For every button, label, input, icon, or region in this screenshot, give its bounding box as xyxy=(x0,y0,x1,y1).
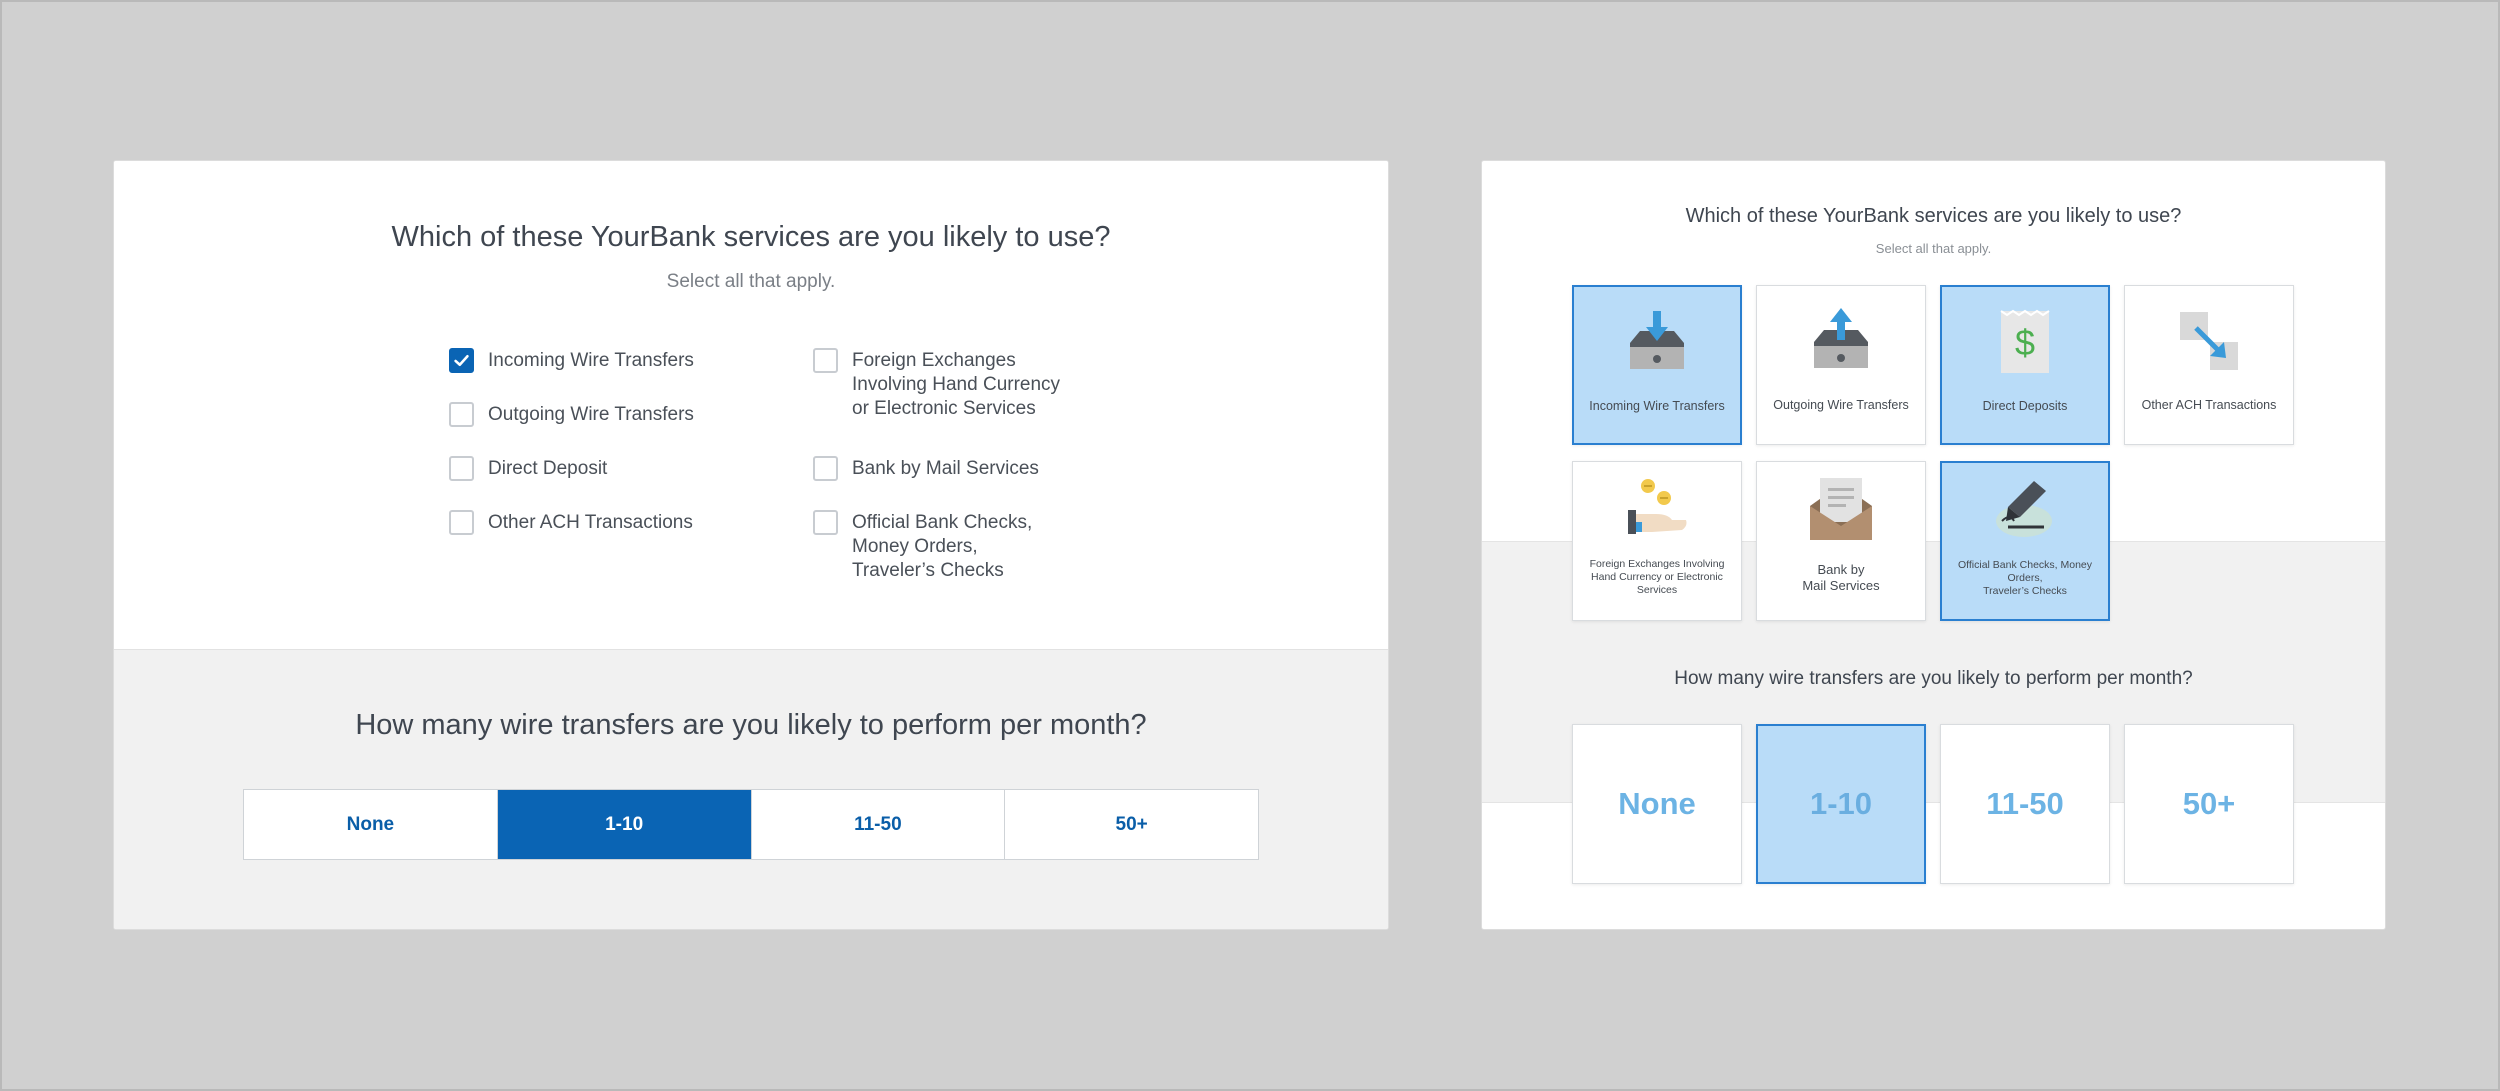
tile-direct-deposits[interactable]: $ Direct Deposits xyxy=(1940,285,2110,445)
checkbox-unchecked-icon[interactable] xyxy=(813,510,838,535)
pen-signature-icon xyxy=(1985,477,2065,539)
checkbox-survey-panel: Which of these YourBank services are you… xyxy=(113,160,1389,930)
option-1-10-button[interactable]: 1-10 xyxy=(497,790,752,859)
tile-label: Other ACH Transactions xyxy=(2141,398,2277,412)
wire-frequency-segmented-control: None 1-10 11-50 50+ xyxy=(243,789,1259,860)
dollar-receipt-icon: $ xyxy=(1985,307,2065,377)
option-11-50-button[interactable]: 11-50 xyxy=(751,790,1006,859)
tile-label: Bank by Mail Services xyxy=(1802,562,1880,593)
tile-other-ach[interactable]: Other ACH Transactions xyxy=(2124,285,2294,445)
checkbox-direct-deposit[interactable]: Direct Deposit xyxy=(449,456,608,481)
tile-bank-by-mail[interactable]: Bank by Mail Services xyxy=(1756,461,1926,621)
checkbox-unchecked-icon[interactable] xyxy=(813,348,838,373)
checkbox-unchecked-icon[interactable] xyxy=(449,456,474,481)
transfer-arrow-icon xyxy=(2169,306,2249,376)
wire-frequency-question: How many wire transfers are you likely t… xyxy=(1674,668,2193,689)
inbox-upload-icon xyxy=(1801,306,1881,376)
tile-foreign-exchange[interactable]: Foreign Exchanges Involving Hand Currenc… xyxy=(1572,461,1742,621)
services-question-subtitle: Select all that apply. xyxy=(666,271,836,292)
checkbox-incoming-wire[interactable]: Incoming Wire Transfers xyxy=(449,348,694,373)
tile-label: Outgoing Wire Transfers xyxy=(1773,398,1909,412)
checkbox-unchecked-icon[interactable] xyxy=(813,456,838,481)
checkbox-label: Other ACH Transactions xyxy=(488,512,693,533)
svg-text:$: $ xyxy=(2015,322,2035,363)
checkbox-bank-by-mail[interactable]: Bank by Mail Services xyxy=(813,456,1039,481)
checkbox-unchecked-icon[interactable] xyxy=(449,402,474,427)
tile-official-checks[interactable]: Official Bank Checks, Money Orders, Trav… xyxy=(1940,461,2110,621)
tile-label: Direct Deposits xyxy=(1982,399,2068,413)
checkbox-label: Outgoing Wire Transfers xyxy=(488,404,694,425)
option-none-button[interactable]: None xyxy=(244,790,498,859)
checkbox-label: Official Bank Checks, Money Orders, Trav… xyxy=(852,512,1033,581)
checkbox-label: Direct Deposit xyxy=(488,458,608,479)
tile-incoming-wire[interactable]: Incoming Wire Transfers xyxy=(1572,285,1742,445)
option-11-50-tile[interactable]: 11-50 xyxy=(1940,724,2110,884)
services-question-subtitle: Select all that apply. xyxy=(1875,241,1992,256)
checkbox-label: Incoming Wire Transfers xyxy=(488,350,694,371)
checkbox-label: Foreign Exchanges Involving Hand Currenc… xyxy=(852,350,1061,419)
option-1-10-tile[interactable]: 1-10 xyxy=(1756,724,1926,884)
option-50-plus-tile[interactable]: 50+ xyxy=(2124,724,2294,884)
checkbox-unchecked-icon[interactable] xyxy=(449,510,474,535)
tile-label: Incoming Wire Transfers xyxy=(1589,399,1725,413)
inbox-download-icon xyxy=(1617,307,1697,377)
checkbox-checked-icon[interactable] xyxy=(449,348,474,373)
tile-survey-panel: Which of these YourBank services are you… xyxy=(1481,160,2386,930)
tile-outgoing-wire[interactable]: Outgoing Wire Transfers xyxy=(1756,285,1926,445)
tile-label: Foreign Exchanges Involving Hand Currenc… xyxy=(1589,558,1725,596)
tile-label: Official Bank Checks, Money Orders, Trav… xyxy=(1957,559,2093,597)
envelope-letter-icon xyxy=(1801,476,1881,542)
option-50-plus-button[interactable]: 50+ xyxy=(1005,790,1258,859)
checkbox-foreign-exchange[interactable]: Foreign Exchanges Involving Hand Currenc… xyxy=(813,348,1061,421)
checkbox-official-checks[interactable]: Official Bank Checks, Money Orders, Trav… xyxy=(813,510,1033,583)
hand-coins-icon xyxy=(1617,476,1697,538)
checkbox-label: Bank by Mail Services xyxy=(852,458,1039,479)
services-question-title: Which of these YourBank services are you… xyxy=(391,221,1111,253)
wire-frequency-question: How many wire transfers are you likely t… xyxy=(355,709,1147,741)
services-question-title: Which of these YourBank services are you… xyxy=(1685,205,2182,227)
checkbox-outgoing-wire[interactable]: Outgoing Wire Transfers xyxy=(449,402,694,427)
option-none-tile[interactable]: None xyxy=(1572,724,1742,884)
checkbox-other-ach[interactable]: Other ACH Transactions xyxy=(449,510,693,535)
